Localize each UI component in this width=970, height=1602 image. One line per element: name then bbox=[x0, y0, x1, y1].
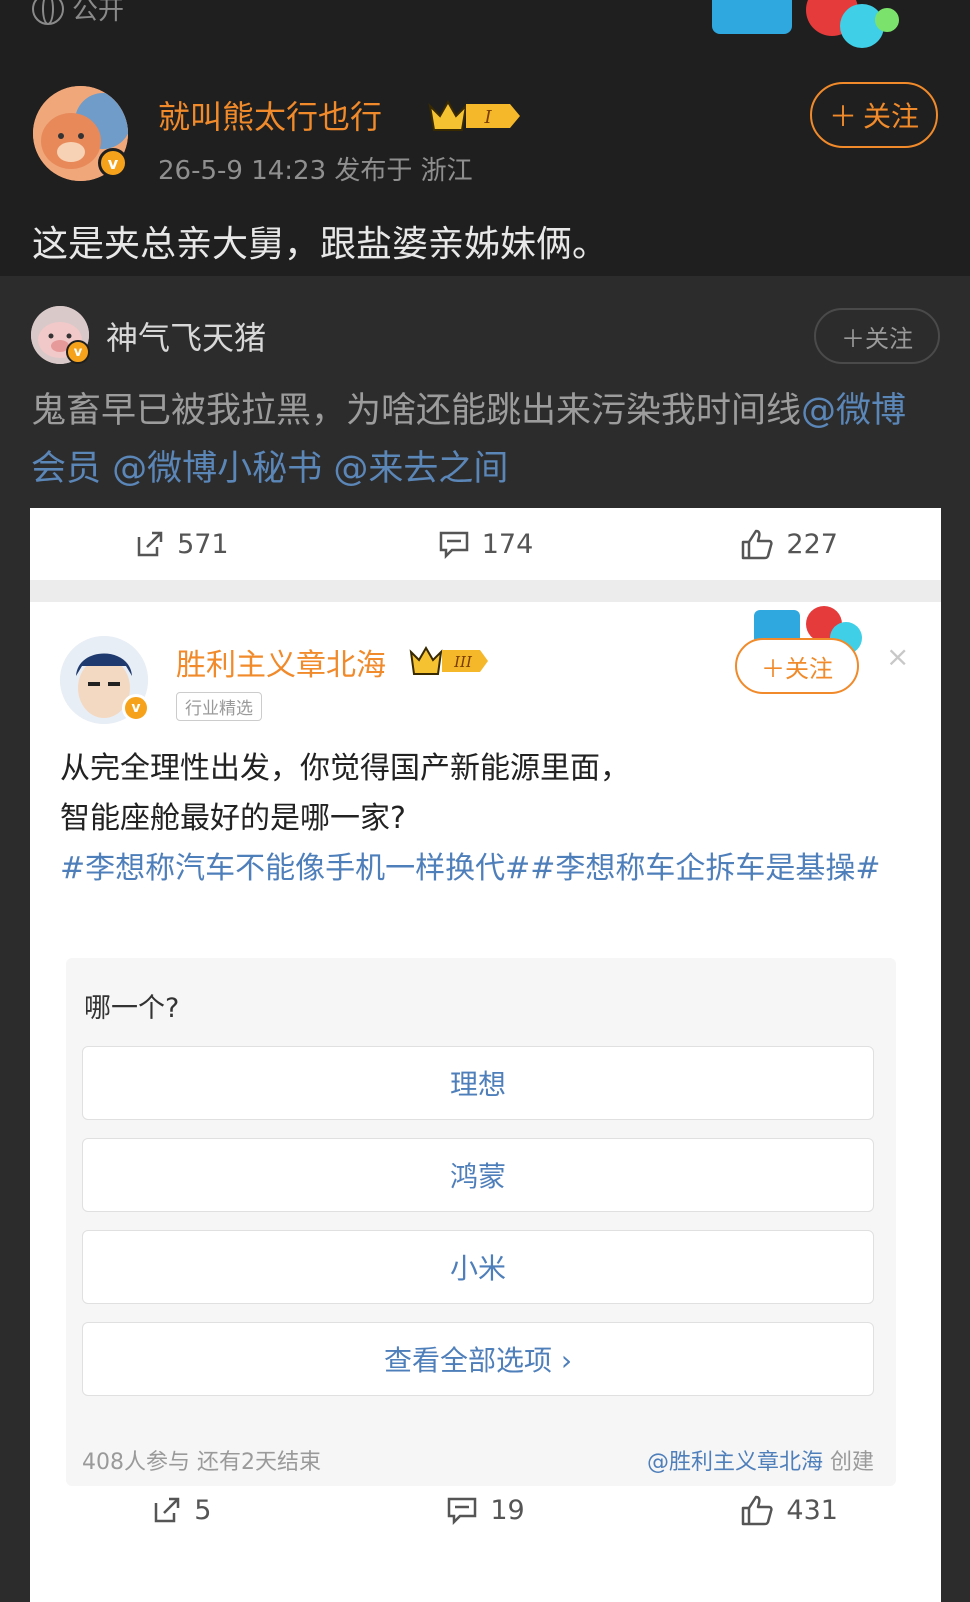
plus-icon: ＋ bbox=[828, 100, 857, 133]
repost-follow-button[interactable]: ＋关注 bbox=[814, 308, 940, 364]
comment-count[interactable]: 174 bbox=[334, 508, 638, 580]
poll-participants: 408人参与 还有2天结束 bbox=[82, 1450, 321, 1475]
stats-row-bottom: 5 19 431 bbox=[30, 1474, 941, 1546]
poll-creator: @胜利主义章北海 创建 bbox=[646, 1450, 874, 1475]
crown-level-badge-icon: III bbox=[409, 646, 488, 675]
repost-author-name[interactable]: 神气飞天猪 bbox=[106, 313, 266, 359]
repost-icon bbox=[154, 1497, 180, 1523]
visibility-indicator: 公开 bbox=[32, 0, 124, 27]
plus-icon: ＋ bbox=[761, 654, 785, 683]
poll-question: 哪一个? bbox=[84, 993, 180, 1024]
globe-icon bbox=[32, 0, 64, 25]
verified-badge-icon: v bbox=[98, 148, 128, 178]
visibility-label: 公开 bbox=[72, 0, 125, 26]
post-author-name[interactable]: 就叫熊太行也行 bbox=[158, 92, 382, 138]
card-author-name[interactable]: 胜利主义章北海 bbox=[176, 640, 386, 684]
verified-badge-icon: v bbox=[122, 694, 150, 722]
sticker-decoration bbox=[712, 0, 899, 48]
poll-view-all-button[interactable]: 查看全部选项 › bbox=[82, 1322, 874, 1396]
poll-option[interactable]: 理想 bbox=[82, 1046, 874, 1120]
card-follow-button[interactable]: ＋关注 bbox=[735, 638, 859, 694]
comment-count[interactable]: 19 bbox=[334, 1474, 638, 1546]
poll-box: 哪一个? 理想 鸿蒙 小米 查看全部选项 › 408人参与 还有2天结束 @胜利… bbox=[66, 958, 896, 1486]
poll-footer: 408人参与 还有2天结束 @胜利主义章北海 创建 bbox=[82, 1444, 874, 1476]
category-tag: 行业精选 bbox=[176, 692, 262, 721]
repost-count[interactable]: 5 bbox=[30, 1474, 334, 1546]
embedded-screenshot-card: 571 174 227 v 胜利主义章北海 III 行业精选 ＋关注 × 从完全… bbox=[30, 508, 941, 1602]
verified-badge-icon: v bbox=[66, 340, 90, 364]
thumbs-up-icon bbox=[742, 529, 774, 560]
repost-icon bbox=[137, 531, 163, 557]
post-time-location: 26-5-9 14:23 发布于 浙江 bbox=[158, 156, 473, 186]
crown-level-badge-icon: I bbox=[428, 99, 520, 131]
section-divider bbox=[30, 580, 941, 602]
mention-link[interactable]: @来去之间 bbox=[333, 449, 508, 489]
topic-hashtags[interactable]: #李想称汽车不能像手机一样换代##李想称车企拆车是基操# bbox=[60, 844, 900, 894]
comment-icon bbox=[448, 1497, 477, 1525]
repost-text: 鬼畜早已被我拉黑，为啥还能跳出来污染我时间线@微博会员 @微博小秘书 @来去之间 bbox=[31, 391, 907, 489]
poll-option[interactable]: 小米 bbox=[82, 1230, 874, 1304]
svg-text:III: III bbox=[453, 653, 473, 671]
svg-text:I: I bbox=[483, 107, 492, 128]
like-count[interactable]: 227 bbox=[637, 508, 941, 580]
post-text: 这是夹总亲大舅，跟盐婆亲姊妹俩。 bbox=[32, 224, 609, 265]
plus-icon: ＋ bbox=[841, 324, 865, 353]
follow-button[interactable]: ＋关注 bbox=[810, 82, 938, 148]
thumbs-up-icon bbox=[742, 1495, 774, 1526]
like-count[interactable]: 431 bbox=[637, 1474, 941, 1546]
card-post-text: 从完全理性出发，你觉得国产新能源里面， 智能座舱最好的是哪一家? #李想称汽车不… bbox=[60, 744, 900, 894]
mention-link[interactable]: @微博小秘书 bbox=[112, 449, 322, 489]
repost-count[interactable]: 571 bbox=[30, 508, 334, 580]
close-icon[interactable]: × bbox=[886, 640, 909, 673]
comment-icon bbox=[439, 531, 468, 559]
stats-row-top: 571 174 227 bbox=[30, 508, 941, 580]
poll-option[interactable]: 鸿蒙 bbox=[82, 1138, 874, 1212]
